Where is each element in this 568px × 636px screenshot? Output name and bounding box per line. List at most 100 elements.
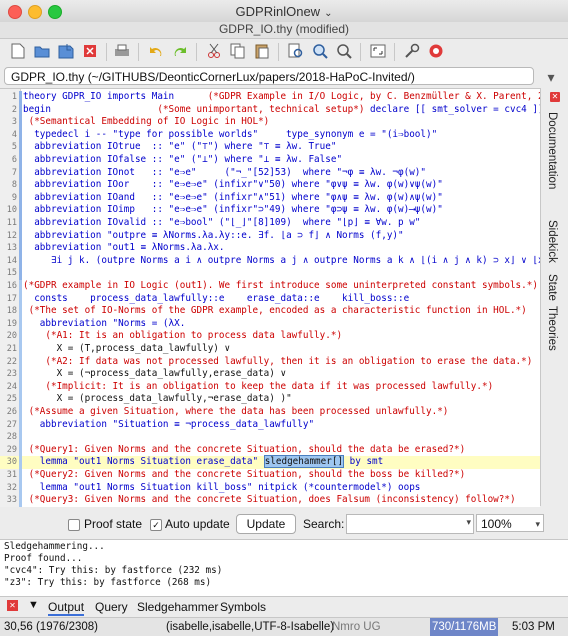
- code-line[interactable]: 27 abbreviation "Situation ≡ ¬process_da…: [0, 419, 540, 432]
- zoom-icon[interactable]: [334, 41, 354, 61]
- code-line[interactable]: 33 (*Query3: Given Norms and the concret…: [0, 494, 540, 507]
- code-line[interactable]: 8 abbreviation IOor :: "e⇒e⇒e" (infixr"∨…: [0, 179, 540, 192]
- output-panel[interactable]: Sledgehammering... Proof found... "cvc4"…: [0, 539, 568, 596]
- code-line[interactable]: 21 X = (T,process_data_lawfully) ∨: [0, 343, 540, 356]
- cut-icon[interactable]: [204, 41, 224, 61]
- code-token: lemma "out1 Norms Situation kill_boss" n…: [23, 481, 421, 493]
- code-token: declare [[ smt_solver = cvc4 ]]: [370, 103, 540, 115]
- print-icon[interactable]: [112, 41, 132, 61]
- code-line[interactable]: 11 abbreviation IOvalid :: "e⇒bool" ("⌊_…: [0, 217, 540, 230]
- code-line[interactable]: 5 abbreviation IOtrue :: "e" ("⊤") where…: [0, 141, 540, 154]
- code-line[interactable]: 16 (*GDPR example in IO Logic (out1). We …: [0, 280, 540, 293]
- code-line[interactable]: 6 abbreviation IOfalse :: "e" ("⊥") wher…: [0, 154, 540, 167]
- window-titlebar: GDPRinlOnew ⌄: [0, 0, 568, 23]
- settings-icon[interactable]: [402, 41, 422, 61]
- code-line[interactable]: 1 theory GDPR_IO imports Main (*GDPR Exam…: [0, 91, 540, 104]
- code-line[interactable]: 22 (*A2: If data was not processed lawfu…: [0, 356, 540, 369]
- line-number: 17: [6, 293, 17, 304]
- fullscreen-icon[interactable]: [368, 41, 388, 61]
- code-line[interactable]: 26 (*Assume a given Situation, where the…: [0, 406, 540, 419]
- dock-close-icon[interactable]: ✕: [550, 92, 560, 102]
- side-tab-documentation[interactable]: Documentation: [546, 112, 558, 189]
- code-token: (*Some unimportant, technical setup*): [51, 103, 371, 115]
- dock-menu-icon[interactable]: ▼: [28, 599, 39, 611]
- support-icon[interactable]: [426, 41, 446, 61]
- proof-state-checkbox[interactable]: [68, 519, 80, 531]
- side-tab-theories[interactable]: Theories: [546, 306, 558, 351]
- code-token: (*Query3: Given Norms and the concrete S…: [23, 494, 516, 506]
- code-text: lemma "out1 Norms Situation erase_data" …: [23, 455, 383, 469]
- update-button[interactable]: Update: [236, 514, 296, 534]
- code-line[interactable]: 4 typedecl i -- "type for possible world…: [0, 129, 540, 142]
- code-token: typedecl i -- "type for possible worlds"…: [23, 128, 438, 140]
- redo-icon[interactable]: [170, 41, 190, 61]
- line-number: 15: [6, 268, 17, 279]
- code-line[interactable]: 14 ∃i j k. (outpre Norms a i ∧ outpre No…: [0, 255, 540, 268]
- line-number: 3: [11, 117, 17, 128]
- line-number: 7: [11, 167, 17, 178]
- tab-symbols[interactable]: Symbols: [220, 600, 266, 614]
- code-text: (*A2: If data was not processed lawfully…: [23, 356, 532, 369]
- copy-icon[interactable]: [228, 41, 248, 61]
- code-line[interactable]: 7 abbreviation IOnot :: "e⇒e" ("¬_"[52]5…: [0, 167, 540, 180]
- undo-icon[interactable]: [146, 41, 166, 61]
- code-text: abbreviation IOor :: "e⇒e⇒e" (infixr"∨"5…: [23, 179, 443, 192]
- code-line[interactable]: 30 lemma "out1 Norms Situation erase_dat…: [0, 455, 540, 469]
- new-file-icon[interactable]: [8, 41, 28, 61]
- code-line[interactable]: 23 X = (¬process_data_lawfully,erase_dat…: [0, 368, 540, 381]
- code-line[interactable]: 18 (*The set of IO-Norms of the GDPR exa…: [0, 305, 540, 318]
- code-text: abbreviation IOimp :: "e⇒e⇒e" (infixr"⊃"…: [23, 204, 443, 217]
- buffer-flags: Nmro UG: [332, 621, 381, 633]
- save-icon[interactable]: [56, 41, 76, 61]
- code-line[interactable]: 13 abbreviation "out1 ≡ λNorms.λa.λx.: [0, 242, 540, 255]
- search-dropdown-icon[interactable]: ▾: [466, 517, 471, 528]
- memory-indicator[interactable]: 730/1176MB: [430, 618, 499, 636]
- code-line[interactable]: 2 begin (*Some unimportant, technical set…: [0, 104, 540, 117]
- find-replace-icon[interactable]: [310, 41, 330, 61]
- side-tab-sidekick[interactable]: Sidekick: [546, 220, 558, 263]
- code-token: abbreviation IOor :: "e⇒e⇒e" (infixr"∨"5…: [23, 179, 443, 191]
- buffer-path-combo[interactable]: GDPR_IO.thy (~/GITHUBS/DeonticCornerLux/…: [4, 67, 534, 85]
- code-line[interactable]: 28: [0, 431, 540, 444]
- code-line[interactable]: 10 abbreviation IOimp :: "e⇒e⇒e" (infixr…: [0, 204, 540, 217]
- code-text: (*Semantical Embedding of IO Logic in HO…: [23, 116, 270, 129]
- dock-close-icon[interactable]: ✕: [7, 600, 18, 611]
- paste-icon[interactable]: [252, 41, 272, 61]
- code-text: theory GDPR_IO imports Main (*GDPR Examp…: [23, 91, 540, 104]
- bottom-dock-tabs: ✕ ▼ Output Query Sledgehammer Symbols: [0, 596, 568, 617]
- find-icon[interactable]: [286, 41, 306, 61]
- buffer-menu-icon[interactable]: ▾: [541, 69, 561, 85]
- caret-position[interactable]: 30,56 (1976/2308): [4, 618, 98, 636]
- close-file-icon[interactable]: [80, 41, 100, 61]
- code-line[interactable]: 24 (*Implicit: It is an obligation to ke…: [0, 381, 540, 394]
- search-input[interactable]: ▾: [346, 514, 474, 534]
- line-number: 19: [6, 318, 17, 329]
- zoom-select[interactable]: 100% ▾: [476, 514, 544, 532]
- code-line[interactable]: 20 (*A1: It is an obligation to process …: [0, 330, 540, 343]
- code-line[interactable]: 31 (*Query2: Given Norms and the concret…: [0, 469, 540, 482]
- code-line[interactable]: 15: [0, 267, 540, 280]
- auto-update-checkbox[interactable]: ✓: [150, 519, 162, 531]
- code-line[interactable]: 3 (*Semantical Embedding of IO Logic in …: [0, 116, 540, 129]
- code-line[interactable]: 17 consts process_data_lawfully::e erase…: [0, 293, 540, 306]
- code-token: ∃i j k. (outpre Norms a i ∧ outpre Norms…: [23, 254, 540, 266]
- tab-sledgehammer[interactable]: Sledgehammer: [137, 600, 218, 614]
- code-text: (*Query2: Given Norms and the concrete S…: [23, 469, 466, 482]
- side-tab-state[interactable]: State: [546, 274, 558, 301]
- output-line: Proof found...: [4, 553, 83, 564]
- code-line[interactable]: 19 abbreviation "Norms = (λX.: [0, 318, 540, 331]
- code-text: (*GDPR example in IO Logic (out1). We fi…: [23, 280, 538, 293]
- code-line[interactable]: 12 abbreviation "outpre ≡ λNorms.λa.λy::…: [0, 230, 540, 243]
- code-editor[interactable]: 1 theory GDPR_IO imports Main (*GDPR Exam…: [0, 88, 540, 508]
- code-line[interactable]: 25 X = (process_data_lawfully,¬erase_dat…: [0, 393, 540, 406]
- open-folder-icon[interactable]: [32, 41, 52, 61]
- code-line[interactable]: 32 lemma "out1 Norms Situation kill_boss…: [0, 482, 540, 495]
- window-title[interactable]: GDPRinlOnew ⌄: [0, 4, 568, 19]
- code-line[interactable]: 9 abbreviation IOand :: "e⇒e⇒e" (infixr"…: [0, 192, 540, 205]
- code-text: abbreviation IOvalid :: "e⇒bool" ("⌊_⌋"[…: [23, 217, 420, 230]
- sledgehammer-command[interactable]: sledgehammer[]: [263, 455, 345, 469]
- tab-query[interactable]: Query: [95, 600, 128, 614]
- buffer-mode[interactable]: (isabelle,isabelle,UTF-8-Isabelle): [166, 618, 334, 636]
- code-token: abbreviation "out1 ≡ λNorms.λa.λx.: [23, 242, 225, 254]
- tab-output[interactable]: Output: [48, 600, 85, 616]
